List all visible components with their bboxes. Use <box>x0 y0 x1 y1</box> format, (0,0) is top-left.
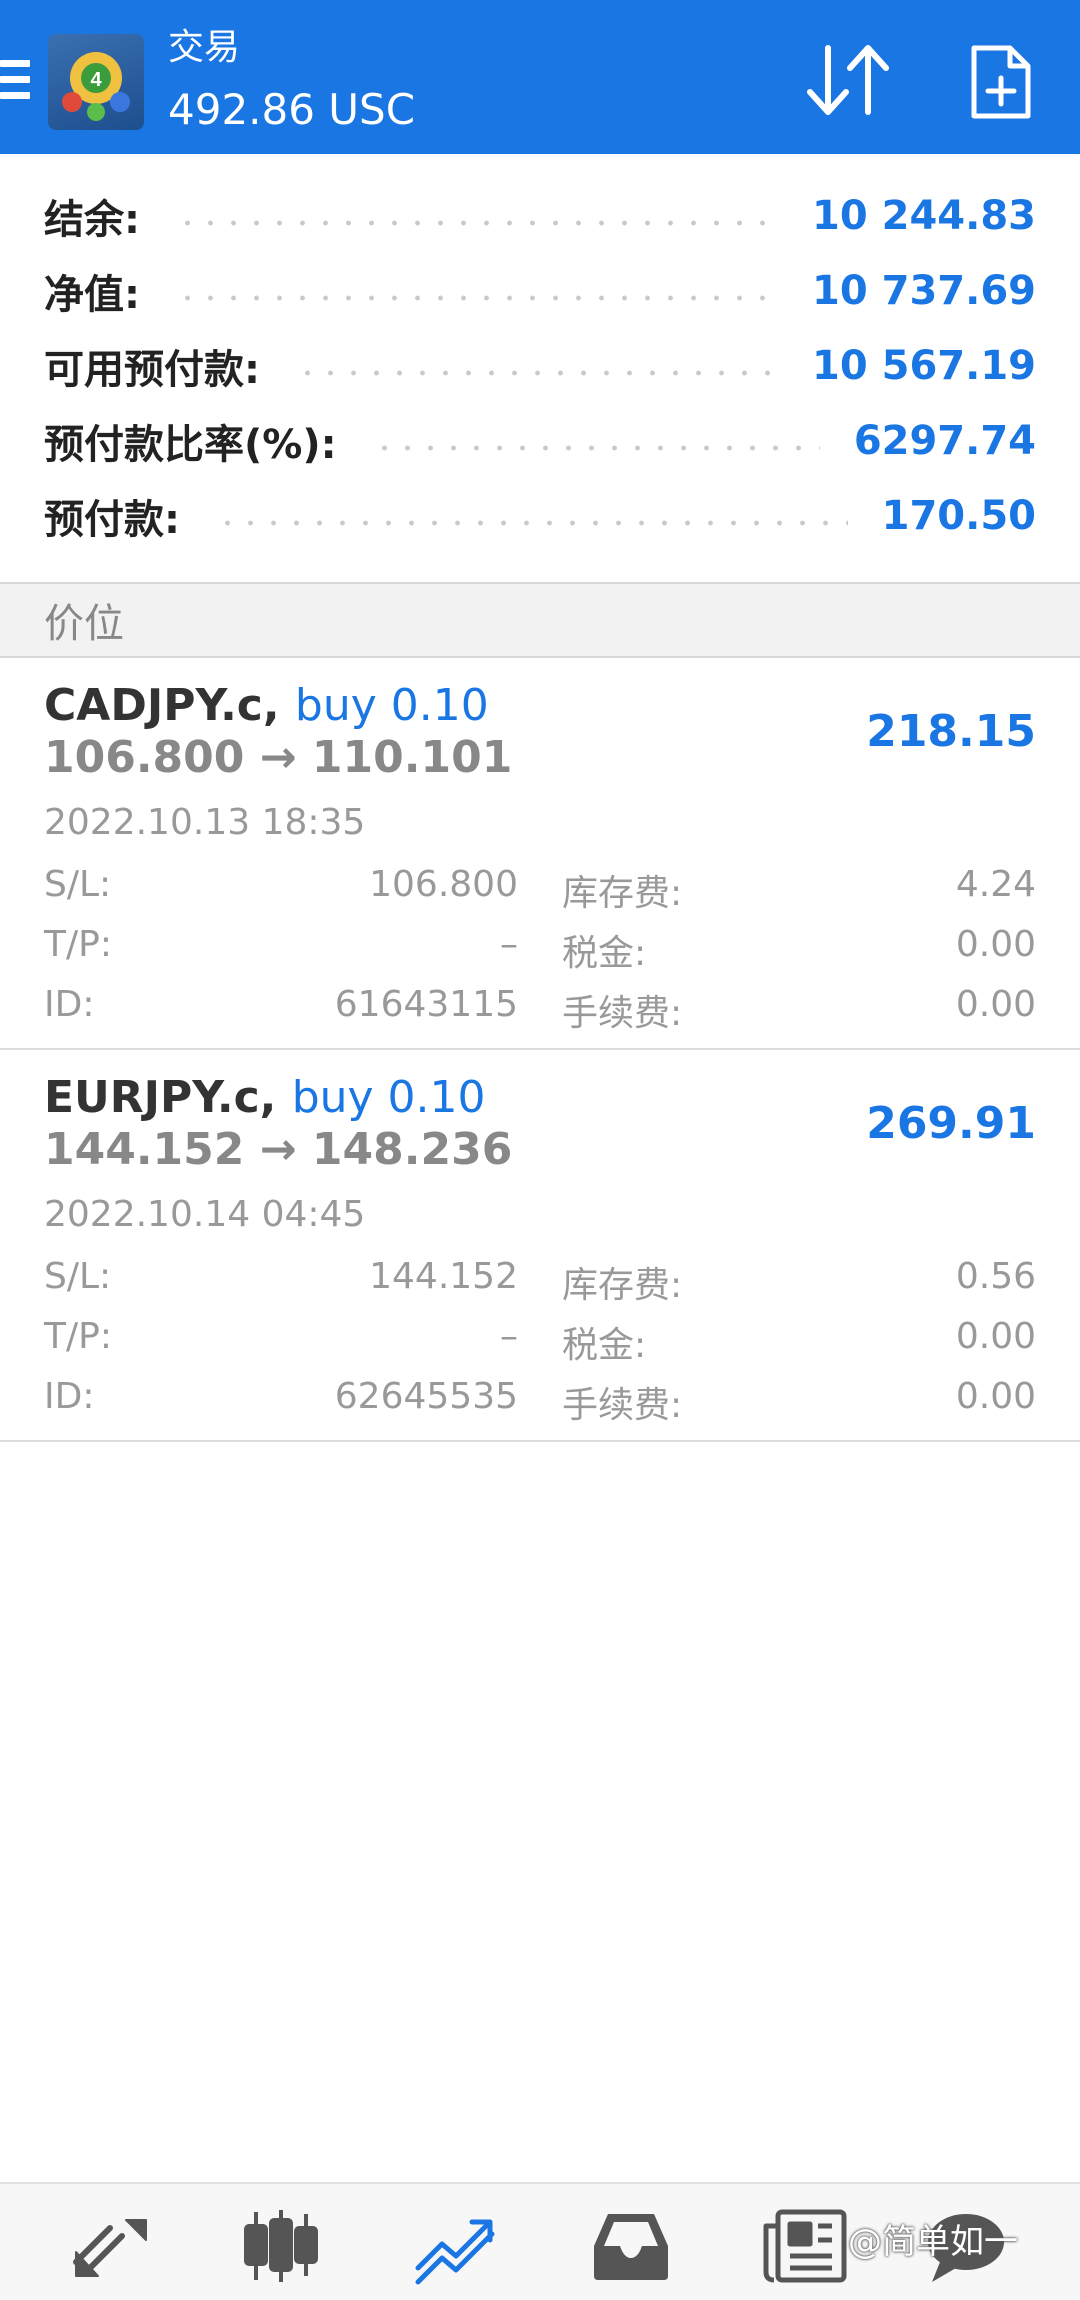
news-icon[interactable] <box>760 2206 850 2286</box>
margin-row: 预付款: 170.50 <box>0 478 1080 553</box>
sl-value: 106.800 <box>369 864 518 905</box>
leader-dots <box>296 369 779 376</box>
margin-label: 预付款: <box>44 496 180 543</box>
account-summary: 结余: 10 244.83 净值: 10 737.69 可用预付款: 10 56… <box>0 178 1080 553</box>
position-row[interactable]: EURJPY.c, buy 0.10 144.152 → 148.236 269… <box>0 1052 1080 1442</box>
commission-label: 手续费: <box>562 1385 683 1426</box>
position-symbol-line: CADJPY.c, buy 0.10 <box>44 680 489 731</box>
id-value: 61643115 <box>334 984 518 1025</box>
trade-icon[interactable] <box>412 2206 502 2286</box>
tax-label: 税金: <box>562 1325 647 1366</box>
page-title: 交易 <box>168 27 241 68</box>
tax-value: 0.00 <box>955 924 1036 965</box>
id-label: ID: <box>44 984 95 1025</box>
tp-label: T/P: <box>44 924 112 965</box>
position-prices: 106.800 → 110.101 <box>44 732 513 783</box>
tp-label: T/P: <box>44 1316 112 1357</box>
sl-value: 144.152 <box>369 1256 518 1297</box>
position-symbol: EURJPY.c, <box>44 1072 277 1123</box>
balance-label: 结余: <box>44 196 140 243</box>
app-logo: 4 <box>48 34 144 130</box>
sort-icon[interactable] <box>800 40 896 120</box>
swap-value: 0.56 <box>955 1256 1036 1297</box>
positions-section-header: 价位 <box>0 582 1080 658</box>
position-symbol-line: EURJPY.c, buy 0.10 <box>44 1072 486 1123</box>
sl-label: S/L: <box>44 864 112 905</box>
position-open-time: 2022.10.14 04:45 <box>44 1194 366 1235</box>
leader-dots <box>176 294 779 301</box>
tp-value: – <box>500 1316 518 1357</box>
margin-value: 170.50 <box>881 492 1036 539</box>
position-symbol: CADJPY.c, <box>44 680 280 731</box>
free-margin-value: 10 567.19 <box>812 342 1036 389</box>
watermark-text: @简单如一 <box>848 2222 1018 2262</box>
free-margin-row: 可用预付款: 10 567.19 <box>0 328 1080 403</box>
margin-level-label: 预付款比率(%): <box>44 421 337 468</box>
tax-value: 0.00 <box>955 1316 1036 1357</box>
balance-summary: 492.86 USC <box>168 85 416 134</box>
chart-icon[interactable] <box>236 2206 326 2286</box>
id-label: ID: <box>44 1376 95 1417</box>
tp-value: – <box>500 924 518 965</box>
top-bar: 4 交易 492.86 USC <box>0 0 1080 154</box>
equity-label: 净值: <box>44 271 140 318</box>
commission-label: 手续费: <box>562 993 683 1034</box>
margin-level-value: 6297.74 <box>853 417 1036 464</box>
position-profit: 269.91 <box>866 1098 1036 1149</box>
position-profit: 218.15 <box>866 706 1036 757</box>
commission-value: 0.00 <box>955 984 1036 1025</box>
tax-label: 税金: <box>562 933 647 974</box>
leader-dots <box>176 219 779 226</box>
swap-value: 4.24 <box>955 864 1036 905</box>
id-value: 62645535 <box>334 1376 518 1417</box>
free-margin-label: 可用预付款: <box>44 346 260 393</box>
position-row[interactable]: CADJPY.c, buy 0.10 106.800 → 110.101 218… <box>0 660 1080 1050</box>
position-side: buy 0.10 <box>291 1072 486 1123</box>
leader-dots <box>372 444 820 451</box>
hamburger-menu-icon[interactable] <box>0 60 30 104</box>
position-open-time: 2022.10.13 18:35 <box>44 802 366 843</box>
commission-value: 0.00 <box>955 1376 1036 1417</box>
svg-text:4: 4 <box>90 69 102 91</box>
app-root: 4 交易 492.86 USC 结余: 10 244.83 净值: 10 737… <box>0 0 1080 2300</box>
balance-row: 结余: 10 244.83 <box>0 178 1080 253</box>
margin-level-row: 预付款比率(%): 6297.74 <box>0 403 1080 478</box>
position-prices: 144.152 → 148.236 <box>44 1124 513 1175</box>
equity-row: 净值: 10 737.69 <box>0 253 1080 328</box>
sl-label: S/L: <box>44 1256 112 1297</box>
quotes-icon[interactable] <box>66 2206 156 2286</box>
equity-value: 10 737.69 <box>812 267 1036 314</box>
leader-dots <box>216 519 848 526</box>
balance-value: 10 244.83 <box>812 192 1036 239</box>
swap-label: 库存费: <box>562 1265 683 1306</box>
position-side: buy 0.10 <box>294 680 489 731</box>
new-order-icon[interactable] <box>968 42 1034 122</box>
swap-label: 库存费: <box>562 873 683 914</box>
history-icon[interactable] <box>586 2206 676 2286</box>
